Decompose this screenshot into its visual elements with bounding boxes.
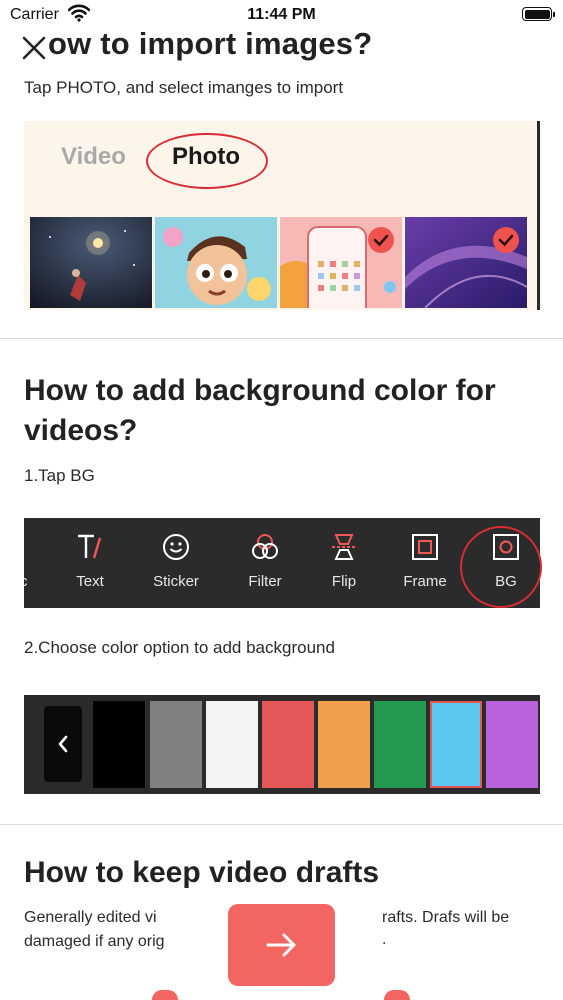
filter-icon [252, 534, 278, 559]
color-swatch-purple [486, 701, 538, 788]
drafts-text-line1-right: rafts. Drafs will be [382, 909, 510, 926]
import-images-subtitle: Tap PHOTO, and select imanges to import [24, 78, 344, 97]
tool-flip: Flip [309, 518, 379, 608]
bg-step2-text: 2.Choose color option to add background [24, 638, 335, 657]
cut-tool-fragment: c [24, 573, 28, 590]
color-swatch-orange [318, 701, 370, 788]
bg-highlight-circle [460, 526, 542, 608]
color-swatch-white [206, 701, 258, 788]
thumbnail-night-sky [30, 217, 152, 308]
drafts-text-line1-left: Generally edited vi [24, 909, 157, 926]
battery-icon [522, 7, 555, 21]
tab-video: Video [61, 143, 126, 170]
thumbnail-phone-app [280, 217, 402, 308]
color-swatch-blue [430, 701, 482, 788]
status-time: 11:44 PM [247, 6, 316, 23]
bg-color-title-line1: How to add background color for [24, 374, 496, 407]
tool-frame: Frame [390, 518, 460, 608]
flip-icon [332, 534, 356, 560]
thumbnail-cartoon-boy [155, 217, 277, 308]
bg-color-title-line2: videos? [24, 414, 138, 447]
drafts-text-line2-left: damaged if any orig [24, 933, 165, 950]
section-divider [0, 824, 563, 825]
next-button[interactable] [228, 904, 335, 986]
color-swatch-green [374, 701, 426, 788]
bottom-button-peek-left [152, 990, 178, 1000]
close-icon[interactable] [22, 36, 46, 60]
drafts-text-line2-right: . [382, 931, 387, 948]
color-swatch-red [262, 701, 314, 788]
section-divider [0, 338, 563, 339]
photo-highlight-circle [146, 133, 268, 189]
import-illustration: Video Photo [24, 121, 540, 310]
checkmark-icon [368, 227, 394, 253]
color-picker-illustration [24, 695, 540, 794]
tool-sticker: Sticker [141, 518, 211, 608]
arrow-right-icon [266, 933, 296, 957]
color-swatch-black [93, 701, 145, 788]
import-images-title: ow to import images? [48, 26, 373, 61]
tool-filter: Filter [230, 518, 300, 608]
drafts-title: How to keep video drafts [24, 856, 380, 889]
frame-icon [412, 534, 438, 560]
color-swatch-gray [150, 701, 202, 788]
chevron-left-icon [44, 706, 82, 782]
thumbnail-purple-abstract [405, 217, 527, 308]
tool-text: Text [55, 518, 125, 608]
smiley-icon [163, 534, 189, 560]
text-icon [78, 534, 102, 559]
panel-edge [537, 121, 540, 310]
bottom-button-peek-right [384, 990, 410, 1000]
checkmark-icon [493, 227, 519, 253]
bg-step1-text: 1.Tap BG [24, 466, 95, 485]
